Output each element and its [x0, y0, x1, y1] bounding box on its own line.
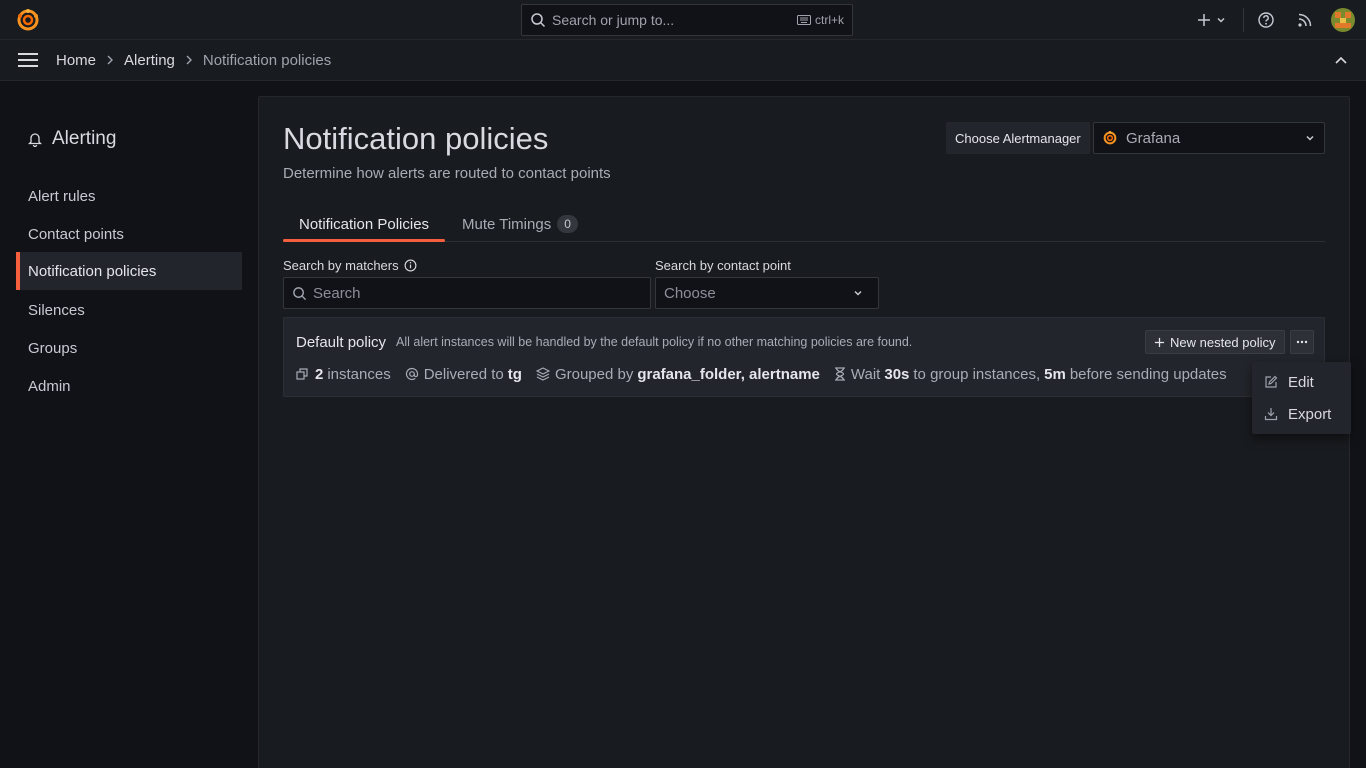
grafana-logo-icon[interactable] [16, 8, 40, 32]
alertmanager-value: Grafana [1126, 129, 1181, 147]
search-placeholder: Search or jump to... [552, 12, 675, 28]
layer-group-icon [535, 367, 550, 381]
group-wait-value: 30s [884, 365, 910, 383]
contact-point-label-text: Search by contact point [655, 258, 791, 273]
policy-description: All alert instances will be handled by t… [396, 335, 913, 349]
layers-alt-icon [296, 368, 308, 380]
breadcrumb-home[interactable]: Home [56, 52, 96, 69]
instances-text: instances [327, 365, 391, 383]
tab-bar: Notification Policies Mute Timings 0 [283, 207, 1325, 242]
count-badge: 0 [557, 215, 578, 233]
plus-icon [1198, 14, 1210, 26]
page-subtitle: Determine how alerts are routed to conta… [283, 165, 611, 182]
contact-point-select[interactable]: Choose [655, 277, 879, 309]
instances-count: 2 [315, 365, 324, 383]
chevron-up-icon[interactable] [1334, 54, 1348, 66]
shortcut-text: ctrl+k [814, 13, 844, 27]
sidebar-item-groups[interactable]: Groups [16, 329, 242, 367]
delivered-text: Delivered to [423, 365, 504, 383]
chevron-down-icon [1217, 17, 1225, 23]
group-wait-text: to group instances, [913, 365, 1041, 383]
default-policy-card: Default policy All alert instances will … [283, 317, 1325, 397]
contact-point-placeholder: Choose [664, 284, 716, 302]
chevron-down-icon [854, 290, 862, 296]
sidebar-item-alert-rules[interactable]: Alert rules [16, 177, 242, 215]
news-feed-icon[interactable] [1297, 12, 1313, 28]
policy-meta: 2 instances Delivered to tg Grouped by g… [296, 364, 1237, 384]
new-menu-button[interactable] [1196, 10, 1227, 30]
new-nested-policy-button[interactable]: New nested policy [1145, 330, 1285, 354]
menu-item-label: Export [1288, 405, 1332, 423]
tab-label: Notification Policies [299, 215, 430, 233]
instances-info[interactable]: 2 instances [296, 366, 395, 383]
sidebar-title-text: Alerting [52, 128, 117, 149]
chevron-right-icon [185, 55, 193, 65]
menu-item-export[interactable]: Export [1252, 398, 1351, 430]
breadcrumb: Home Alerting Notification policies [56, 40, 331, 80]
user-avatar[interactable] [1331, 8, 1355, 32]
sidebar-title: Alerting [28, 128, 116, 150]
chevron-down-icon [1306, 135, 1314, 141]
policy-actions-menu: Edit Export [1252, 362, 1351, 434]
section-sidebar: Alerting Alert rules Contact points Noti… [0, 81, 258, 768]
policy-title: Default policy [296, 334, 387, 351]
edit-icon [1265, 375, 1278, 388]
chevron-right-icon [106, 55, 114, 65]
hamburger-menu-icon[interactable] [18, 52, 38, 68]
ellipsis-icon [1296, 340, 1308, 344]
group-interval-value: 5m [1044, 365, 1066, 383]
search-placeholder: Search [313, 284, 361, 302]
sidebar-item-silences[interactable]: Silences [16, 291, 242, 329]
plus-icon [1154, 337, 1165, 347]
wait-text: Wait [850, 365, 881, 383]
at-icon [405, 367, 418, 381]
alertmanager-select[interactable]: Grafana [1093, 122, 1325, 154]
tab-notification-policies[interactable]: Notification Policies [283, 207, 446, 242]
topbar-divider [1243, 8, 1244, 32]
menu-item-label: Edit [1288, 373, 1314, 391]
search-icon [293, 286, 307, 300]
tab-mute-timings[interactable]: Mute Timings 0 [462, 207, 578, 241]
help-icon[interactable] [1257, 11, 1275, 29]
group-labels: grafana_folder, alertname [637, 365, 820, 383]
keyboard-icon [796, 15, 811, 25]
hourglass-icon [834, 367, 845, 381]
more-options-button[interactable] [1290, 330, 1314, 354]
sidebar-item-notification-policies[interactable]: Notification policies [16, 252, 242, 290]
new-nested-policy-label: New nested policy [1170, 334, 1276, 350]
search-icon [530, 12, 546, 28]
before-text: before sending updates [1069, 365, 1227, 383]
timing-info: Wait 30s to group instances, 5m before s… [834, 366, 1227, 383]
main-panel: Notification policies Determine how aler… [258, 96, 1350, 768]
tab-label: Mute Timings [462, 215, 552, 233]
grouped-info: Grouped by grafana_folder, alertname [535, 365, 824, 383]
menu-item-edit[interactable]: Edit [1252, 366, 1351, 398]
matchers-search-input[interactable]: Search [283, 277, 651, 309]
grouped-text: Grouped by [554, 365, 634, 383]
matchers-label-text: Search by matchers [283, 258, 399, 273]
contact-point-label: Search by contact point [655, 258, 791, 273]
search-input[interactable]: Search or jump to... ctrl+k [521, 4, 853, 36]
top-bar: Search or jump to... ctrl+k [0, 0, 1366, 40]
breadcrumb-current: Notification policies [202, 51, 332, 69]
sidebar-item-admin[interactable]: Admin [16, 367, 242, 405]
download-icon [1264, 408, 1278, 421]
matchers-label: Search by matchers [283, 258, 417, 273]
page-title: Notification policies [283, 121, 549, 156]
delivered-info: Delivered to tg [405, 366, 526, 383]
breadcrumb-alerting[interactable]: Alerting [124, 52, 175, 69]
sidebar-item-contact-points[interactable]: Contact points [16, 215, 242, 253]
keyboard-shortcut: ctrl+k [796, 13, 844, 27]
breadcrumb-bar: Home Alerting Notification policies [0, 40, 1366, 81]
grafana-icon [1102, 130, 1118, 146]
info-icon[interactable] [404, 259, 417, 272]
contact-point-name[interactable]: tg [508, 366, 522, 383]
bell-icon [28, 133, 42, 147]
alertmanager-label: Choose Alertmanager [946, 122, 1090, 154]
